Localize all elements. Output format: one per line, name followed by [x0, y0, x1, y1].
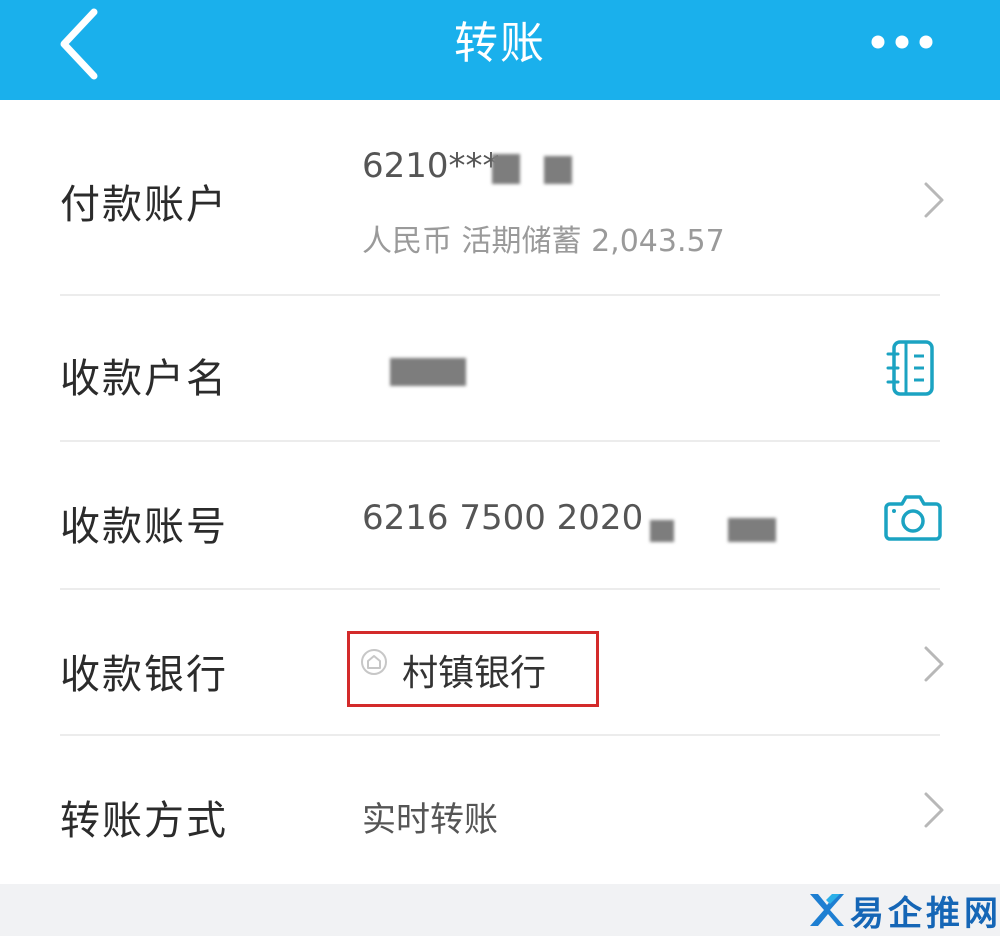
watermark: 易企推网络: [806, 886, 1000, 934]
address-book-icon: [886, 340, 934, 396]
scan-card-button[interactable]: [884, 492, 942, 542]
more-dots-icon: [871, 35, 933, 49]
payee-name-row: 收款户名: [0, 296, 1000, 440]
page-title: 转账: [454, 18, 546, 69]
watermark-text: 易企推网络: [850, 893, 1000, 934]
transfer-method-row[interactable]: 转账方式 实时转账: [0, 736, 1000, 882]
top-bar: 转账: [0, 0, 1000, 100]
payee-account-number: 6216 7500 2020: [362, 498, 644, 538]
transfer-screen: 转账 付款账户 6210*** 人民币 活期储蓄 2,043.57 收款户名 收…: [0, 0, 1000, 936]
chevron-right-icon: [924, 646, 944, 682]
more-button[interactable]: [862, 22, 942, 62]
transfer-method-label: 转账方式: [60, 798, 228, 844]
highlight-frame: [347, 631, 599, 707]
redaction-mark: [650, 520, 674, 542]
chevron-right-icon: [924, 182, 944, 218]
payee-name-label: 收款户名: [60, 356, 228, 402]
payee-bank-label: 收款银行: [60, 652, 228, 698]
chevron-right-icon: [924, 792, 944, 828]
redaction-mark: [544, 156, 572, 184]
payer-account-details: 人民币 活期储蓄 2,043.57: [362, 224, 725, 259]
watermark-logo-icon: [810, 894, 844, 926]
transfer-method-value: 实时转账: [362, 800, 498, 840]
redaction-mark: [728, 518, 776, 542]
camera-icon: [884, 495, 942, 541]
address-book-button[interactable]: [884, 338, 940, 398]
redaction-mark: [492, 154, 520, 184]
payee-account-row: 收款账号 6216 7500 2020: [0, 442, 1000, 588]
payer-account-number: 6210***: [362, 146, 500, 186]
payer-account-label: 付款账户: [60, 182, 228, 228]
payee-account-label: 收款账号: [60, 504, 228, 550]
redaction-mark: [390, 358, 466, 386]
payer-account-row[interactable]: 付款账户 6210*** 人民币 活期储蓄 2,043.57: [0, 100, 1000, 294]
